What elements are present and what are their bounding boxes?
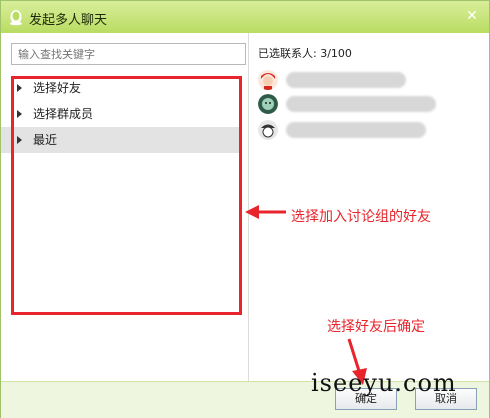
selected-contact-item[interactable] (258, 92, 488, 116)
qq-penguin-icon (10, 10, 22, 26)
contact-tree: 选择好友 选择群成员 最近 (1, 75, 241, 153)
selected-contact-item[interactable] (258, 118, 488, 142)
expand-arrow-icon (17, 136, 22, 144)
selected-contact-item[interactable] (258, 68, 488, 92)
selected-count-label: 已选联系人: 3/100 (258, 47, 352, 60)
blurred-contact-name (286, 122, 426, 138)
green-face-avatar-icon (258, 94, 278, 114)
window-title: 发起多人聊天 (29, 13, 108, 28)
search-input[interactable] (11, 43, 246, 65)
tree-item-select-group-members[interactable]: 选择群成员 (1, 101, 241, 127)
chat-dialog-window: 发起多人聊天 ✕ 选择好友 选择群成员 最近 已选联系人: 3/100 (0, 0, 490, 418)
annotation-text-select-friends: 选择加入讨论组的好友 (291, 209, 431, 225)
tree-item-label: 选择好友 (33, 81, 82, 95)
tree-item-select-friends[interactable]: 选择好友 (1, 75, 241, 101)
tree-item-label: 选择群成员 (33, 107, 94, 121)
blurred-contact-name (286, 72, 406, 88)
contact-picker-pane: 选择好友 选择群成员 最近 (1, 33, 249, 381)
tree-item-recent[interactable]: 最近 (1, 127, 241, 153)
bw-hat-avatar-icon (258, 120, 278, 140)
expand-arrow-icon (17, 84, 22, 92)
expand-arrow-icon (17, 110, 22, 118)
close-icon[interactable]: ✕ (463, 7, 481, 25)
title-bar[interactable]: 发起多人聊天 ✕ (1, 1, 489, 33)
annotation-text-confirm: 选择好友后确定 (327, 319, 425, 335)
red-hair-avatar-icon (258, 70, 278, 90)
blurred-contact-name (286, 96, 436, 112)
tree-item-label: 最近 (33, 133, 58, 147)
watermark-text: iseeyu.com (311, 369, 457, 397)
